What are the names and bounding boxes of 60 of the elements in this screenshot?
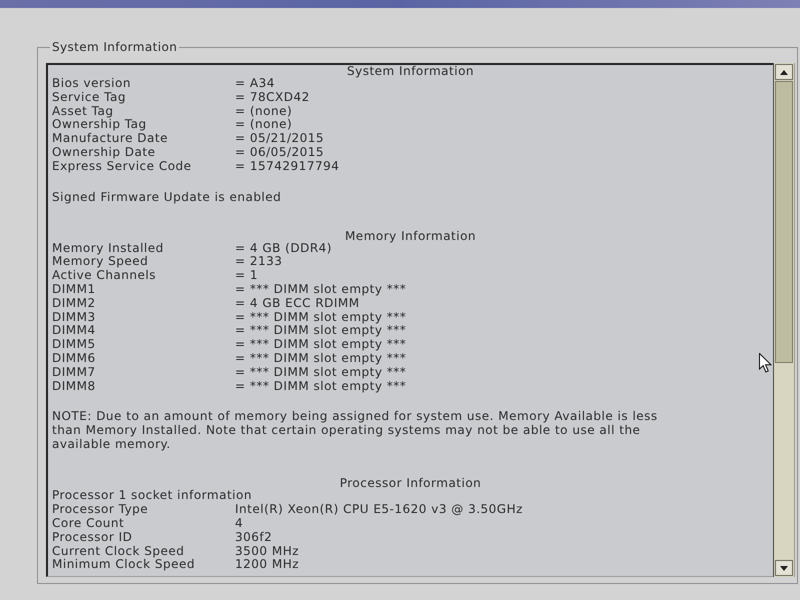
field-label: Minimum Clock Speed (52, 558, 196, 572)
field-value: = *** DIMM slot empty *** (235, 352, 408, 366)
section-heading: Processor Information (338, 477, 482, 490)
caret-down-icon (780, 566, 788, 570)
socket-subheading: Processor 1 socket information (52, 489, 253, 504)
section-heading: System Information (346, 65, 476, 77)
field-value: 306f2 (235, 530, 274, 545)
field-value: = 05/21/2015 (235, 132, 326, 146)
field-value: 3500 MHz (235, 544, 300, 558)
field-label: DIMM4 (52, 324, 97, 338)
field-value: 4 (235, 516, 244, 531)
field-value: = 78CXD42 (235, 90, 311, 105)
field-value: = *** DIMM slot empty *** (235, 366, 408, 380)
field-label: DIMM5 (52, 338, 97, 352)
caret-up-icon (780, 70, 788, 74)
group-box-title: System Information (51, 40, 178, 54)
field-label: Active Channels (52, 269, 157, 283)
field-label: DIMM1 (52, 282, 97, 297)
field-value: = A34 (235, 77, 276, 91)
field-value: = 1 (235, 269, 260, 283)
field-label: Ownership Tag (52, 118, 148, 132)
field-value: = *** DIMM slot empty *** (235, 338, 408, 352)
field-value: = 15742917794 (235, 160, 340, 174)
field-label: Service Tag (52, 90, 127, 105)
field-value: Intel(R) Xeon(R) CPU E5-1620 v3 @ 3.50GHz (235, 503, 524, 517)
field-label: DIMM6 (52, 352, 97, 366)
scrollbar-thumb[interactable] (775, 81, 793, 363)
field-label: Bios version (52, 77, 132, 91)
field-label: Express Service Code (52, 160, 193, 174)
field-value: = *** DIMM slot empty *** (235, 282, 408, 297)
field-value: = 4 GB (DDR4) (235, 242, 333, 256)
field-label: Ownership Date (52, 146, 156, 160)
field-label: DIMM3 (52, 310, 97, 324)
field-label: Core Count (52, 516, 126, 531)
scroll-up-button[interactable] (775, 64, 793, 80)
field-value: = 06/05/2015 (235, 146, 326, 160)
field-label: Processor ID (52, 530, 134, 545)
field-value: = 4 GB ECC RDIMM (235, 296, 361, 311)
field-label: Manufacture Date (52, 132, 169, 146)
field-value: = 2133 (235, 255, 284, 270)
field-value: = (none) (235, 104, 294, 118)
field-label: Current Clock Speed (52, 544, 186, 558)
field-value: = *** DIMM slot empty *** (235, 324, 408, 338)
section-heading: Memory Information (344, 230, 478, 242)
field-label: DIMM2 (52, 296, 97, 311)
field-label: DIMM8 (52, 380, 97, 394)
field-label: DIMM7 (52, 366, 97, 380)
field-value: = *** DIMM slot empty *** (235, 380, 408, 394)
field-value: = (none) (235, 118, 294, 132)
note-text: NOTE: Due to an amount of memory being assigned for system use. Memory Available is less than Memory Installed. Note that certain operating systems may not be able to use all the available memory. (52, 409, 659, 452)
field-label: Asset Tag (52, 104, 114, 118)
mouse-pointer-icon (759, 353, 772, 373)
field-value: = *** DIMM slot empty *** (235, 310, 408, 324)
field-value: 1200 MHz (235, 558, 300, 572)
note-text: Signed Firmware Update is enabled (52, 190, 282, 204)
field-label: Memory Speed (52, 255, 150, 270)
field-label: Memory Installed (52, 242, 165, 256)
scroll-down-button[interactable] (775, 560, 793, 576)
scrollbar[interactable] (773, 63, 795, 577)
field-label: Processor Type (52, 503, 150, 517)
